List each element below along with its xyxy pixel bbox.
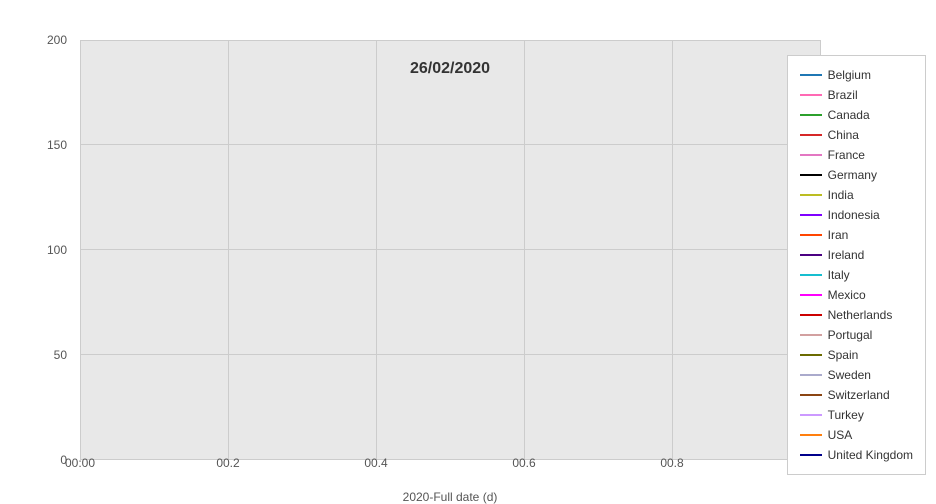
legend-line-spain bbox=[800, 354, 822, 356]
y-label-200: 200 bbox=[47, 33, 67, 47]
legend-label-mexico: Mexico bbox=[828, 288, 866, 302]
legend-label-india: India bbox=[828, 188, 854, 202]
y-label-100: 100 bbox=[47, 243, 67, 257]
legend-label-usa: USA bbox=[828, 428, 853, 442]
x-axis: 00:00 00.2 00.4 00.6 00.8 1.0 bbox=[80, 456, 820, 476]
legend-item-ireland: Ireland bbox=[800, 246, 913, 264]
grid-v-20 bbox=[228, 40, 229, 460]
legend-line-portugal bbox=[800, 334, 822, 336]
legend-label-brazil: Brazil bbox=[828, 88, 858, 102]
legend-label-canada: Canada bbox=[828, 108, 870, 122]
legend-item-belgium: Belgium bbox=[800, 66, 913, 84]
date-label: 26/02/2020 bbox=[410, 60, 490, 78]
legend-line-china bbox=[800, 134, 822, 136]
legend-item-italy: Italy bbox=[800, 266, 913, 284]
legend-item-indonesia: Indonesia bbox=[800, 206, 913, 224]
legend-label-turkey: Turkey bbox=[828, 408, 864, 422]
legend-item-netherlands: Netherlands bbox=[800, 306, 913, 324]
legend-item-turkey: Turkey bbox=[800, 406, 913, 424]
legend-item-germany: Germany bbox=[800, 166, 913, 184]
grid-v-60 bbox=[524, 40, 525, 460]
legend-label-spain: Spain bbox=[828, 348, 859, 362]
legend-item-china: China bbox=[800, 126, 913, 144]
y-label-150: 150 bbox=[47, 138, 67, 152]
legend-line-mexico bbox=[800, 294, 822, 296]
x-label-20: 00.2 bbox=[216, 456, 239, 470]
legend-label-germany: Germany bbox=[828, 168, 877, 182]
legend-item-portugal: Portugal bbox=[800, 326, 913, 344]
grid-h-75 bbox=[80, 144, 820, 145]
legend-item-iran: Iran bbox=[800, 226, 913, 244]
legend-line-indonesia bbox=[800, 214, 822, 216]
legend-label-france: France bbox=[828, 148, 865, 162]
legend-label-china: China bbox=[828, 128, 859, 142]
legend-item-mexico: Mexico bbox=[800, 286, 913, 304]
legend-line-iran bbox=[800, 234, 822, 236]
legend-line-ireland bbox=[800, 254, 822, 256]
legend-line-usa bbox=[800, 434, 822, 436]
legend-line-switzerland bbox=[800, 394, 822, 396]
y-axis: 0 50 100 150 200 bbox=[0, 40, 75, 460]
grid-h-100 bbox=[80, 40, 820, 41]
x-label-60: 00.6 bbox=[512, 456, 535, 470]
legend-line-uk bbox=[800, 454, 822, 456]
x-label-0: 00:00 bbox=[65, 456, 95, 470]
legend-item-spain: Spain bbox=[800, 346, 913, 364]
legend-label-portugal: Portugal bbox=[828, 328, 873, 342]
legend-item-canada: Canada bbox=[800, 106, 913, 124]
legend-item-brazil: Brazil bbox=[800, 86, 913, 104]
x-label-80: 00.8 bbox=[660, 456, 683, 470]
legend-label-belgium: Belgium bbox=[828, 68, 871, 82]
legend-item-france: France bbox=[800, 146, 913, 164]
grid-v-0 bbox=[80, 40, 81, 460]
chart-area: 26/02/2020 bbox=[80, 40, 820, 460]
grid-v-40 bbox=[376, 40, 377, 460]
legend-label-uk: United Kingdom bbox=[828, 448, 913, 462]
legend-line-sweden bbox=[800, 374, 822, 376]
legend-item-uk: United Kingdom bbox=[800, 446, 913, 464]
y-label-50: 50 bbox=[54, 348, 67, 362]
chart-container: 0 50 100 150 200 26/02/2020 00:00 00.2 bbox=[0, 0, 936, 504]
legend-label-ireland: Ireland bbox=[828, 248, 865, 262]
legend-item-india: India bbox=[800, 186, 913, 204]
grid-v-80 bbox=[672, 40, 673, 460]
legend-line-brazil bbox=[800, 94, 822, 96]
legend-label-italy: Italy bbox=[828, 268, 850, 282]
legend: Belgium Brazil Canada China France Germa… bbox=[787, 55, 926, 475]
legend-line-france bbox=[800, 154, 822, 156]
legend-line-belgium bbox=[800, 74, 822, 76]
grid-h-25 bbox=[80, 354, 820, 355]
legend-line-india bbox=[800, 194, 822, 196]
x-label-40: 00.4 bbox=[364, 456, 387, 470]
legend-label-iran: Iran bbox=[828, 228, 849, 242]
legend-label-indonesia: Indonesia bbox=[828, 208, 880, 222]
legend-line-canada bbox=[800, 114, 822, 116]
legend-label-sweden: Sweden bbox=[828, 368, 871, 382]
legend-line-italy bbox=[800, 274, 822, 276]
legend-item-sweden: Sweden bbox=[800, 366, 913, 384]
legend-line-turkey bbox=[800, 414, 822, 416]
grid-h-50 bbox=[80, 249, 820, 250]
legend-label-switzerland: Switzerland bbox=[828, 388, 890, 402]
legend-label-netherlands: Netherlands bbox=[828, 308, 893, 322]
chart-inner: 26/02/2020 bbox=[80, 40, 820, 460]
legend-item-usa: USA bbox=[800, 426, 913, 444]
legend-line-germany bbox=[800, 174, 822, 176]
legend-item-switzerland: Switzerland bbox=[800, 386, 913, 404]
x-bottom-label: 2020-Full date (d) bbox=[80, 490, 820, 504]
legend-line-netherlands bbox=[800, 314, 822, 316]
